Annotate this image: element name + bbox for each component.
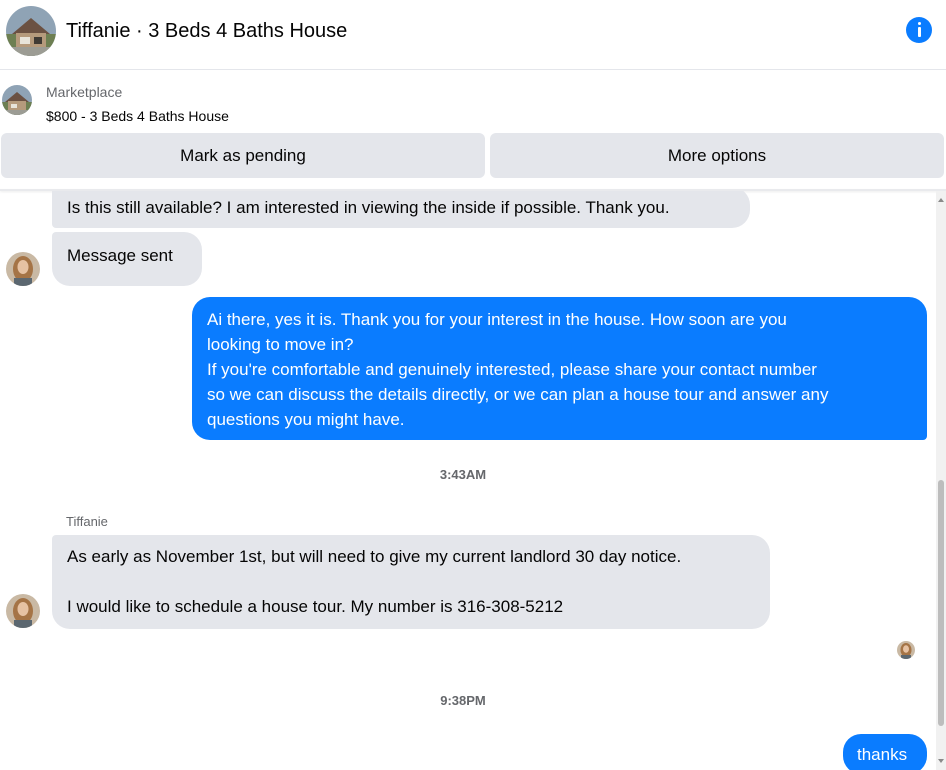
scrollbar-thumb[interactable]: [938, 480, 944, 726]
message-line: questions you might have.: [207, 410, 405, 429]
conversation-header: Tiffanie · 3 Beds 4 Baths House: [0, 0, 946, 70]
listing-title[interactable]: $800 - 3 Beds 4 Baths House: [46, 108, 229, 124]
incoming-message[interactable]: As early as November 1st, but will need …: [52, 535, 770, 629]
mark-as-pending-button[interactable]: Mark as pending: [1, 133, 485, 178]
sender-name: Tiffanie: [66, 514, 108, 529]
message-thread[interactable]: Is this still available? I am interested…: [0, 191, 936, 770]
outgoing-message[interactable]: Ai there, yes it is. Thank you for your …: [192, 297, 927, 440]
avatar[interactable]: [6, 252, 40, 286]
marketplace-listing[interactable]: Marketplace $800 - 3 Beds 4 Baths House: [0, 71, 946, 131]
message-line: so we can discuss the details directly, …: [207, 385, 829, 404]
more-options-button[interactable]: More options: [490, 133, 944, 178]
incoming-message[interactable]: Is this still available? I am interested…: [52, 191, 750, 228]
scrollbar[interactable]: [936, 191, 946, 770]
seen-avatar-icon: [897, 641, 915, 659]
conversation-title: Tiffanie · 3 Beds 4 Baths House: [66, 20, 348, 42]
timestamp: 3:43AM: [439, 467, 487, 482]
listing-avatar[interactable]: [6, 6, 56, 56]
incoming-message[interactable]: Message sent: [52, 232, 202, 286]
listing-thumbnail: [2, 85, 32, 115]
message-line: As early as November 1st, but will need …: [67, 547, 682, 566]
message-line: Ai there, yes it is. Thank you for your …: [207, 310, 787, 329]
message-line: I would like to schedule a house tour. M…: [67, 597, 564, 616]
timestamp: 9:38PM: [440, 693, 486, 708]
scroll-up-icon[interactable]: [938, 198, 944, 202]
message-line: If you're comfortable and genuinely inte…: [207, 360, 817, 379]
avatar[interactable]: [6, 594, 40, 628]
message-line: looking to move in?: [207, 335, 354, 354]
info-icon[interactable]: [906, 17, 932, 43]
outgoing-message[interactable]: thanks: [843, 734, 927, 770]
marketplace-label: Marketplace: [46, 84, 123, 100]
message-line: [67, 569, 755, 594]
scroll-down-icon[interactable]: [938, 759, 944, 763]
